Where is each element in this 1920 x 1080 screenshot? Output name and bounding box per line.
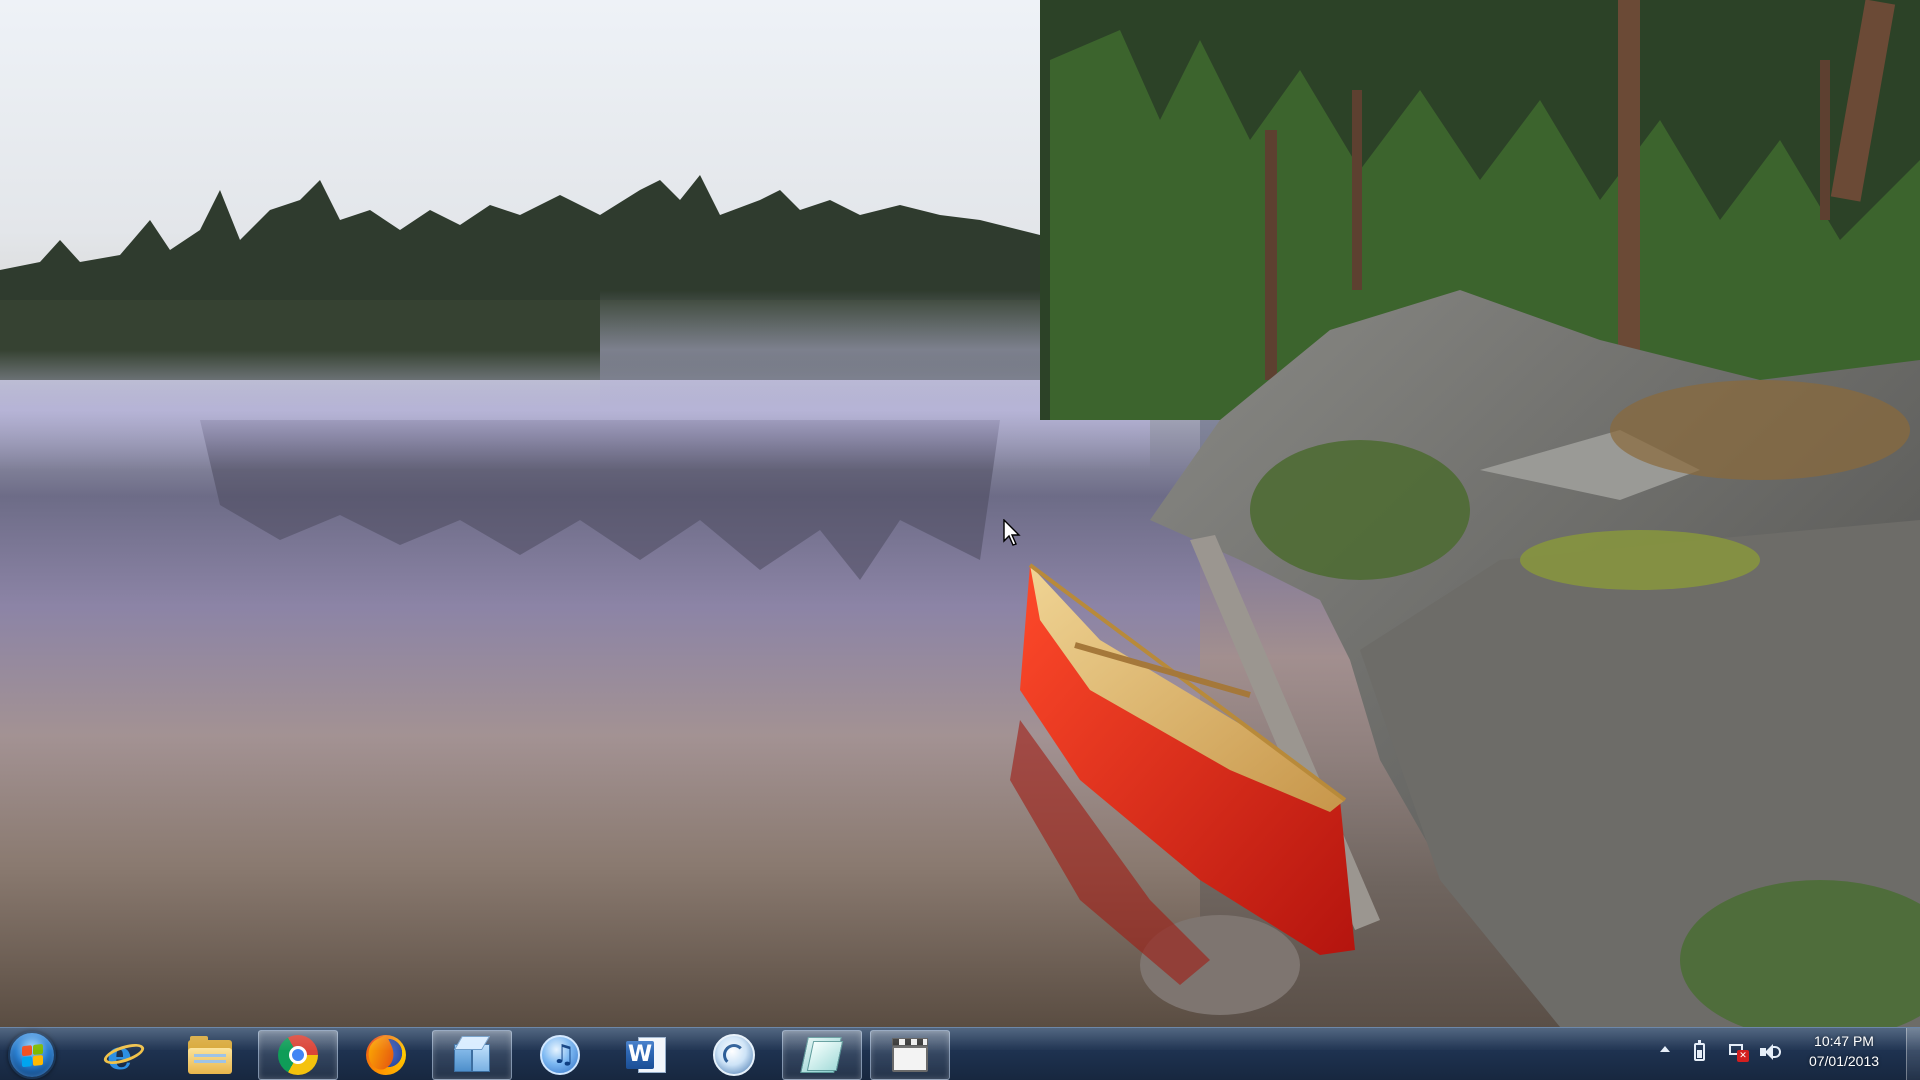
volume-icon[interactable] — [1760, 1043, 1782, 1061]
windows-logo-icon — [22, 1043, 44, 1068]
clapperboard-icon — [890, 1036, 930, 1074]
taskbar: e ♫ W — [0, 1027, 1920, 1080]
folder-icon — [188, 1036, 232, 1074]
taskbar-virtual-box[interactable] — [432, 1030, 512, 1080]
mouse-cursor-icon — [1003, 519, 1021, 546]
taskbar-firefox[interactable] — [346, 1030, 426, 1080]
desktop-wallpaper — [0, 0, 1920, 1027]
word-icon: W — [626, 1035, 666, 1075]
taskbar-microsoft-word[interactable]: W — [606, 1030, 686, 1080]
show-hidden-icons-icon[interactable] — [1660, 1046, 1670, 1052]
chrome-icon — [278, 1035, 318, 1075]
clock-time: 10:47 PM — [1814, 1033, 1874, 1049]
taskbar-sheets-app[interactable] — [782, 1030, 862, 1080]
communicator-icon — [713, 1034, 755, 1076]
internet-explorer-icon: e — [101, 1034, 147, 1076]
start-button[interactable] — [8, 1031, 56, 1079]
itunes-icon: ♫ — [540, 1035, 580, 1075]
desktop[interactable] — [0, 0, 1920, 1027]
clock-date: 07/01/2013 — [1808, 1053, 1880, 1069]
taskbar-clock[interactable]: 10:47 PM 07/01/2013 — [1796, 1031, 1892, 1071]
taskbar-communicator[interactable] — [694, 1030, 774, 1080]
taskbar-internet-explorer[interactable]: e — [84, 1030, 164, 1080]
battery-icon[interactable] — [1694, 1040, 1705, 1061]
sheet-icon — [800, 1037, 844, 1073]
network-disconnected-icon[interactable]: ✕ — [1727, 1043, 1749, 1062]
taskbar-windows-explorer[interactable] — [170, 1030, 250, 1080]
firefox-icon — [362, 1034, 406, 1075]
taskbar-google-chrome[interactable] — [258, 1030, 338, 1080]
cube-icon — [453, 1036, 491, 1074]
taskbar-video-app[interactable] — [870, 1030, 950, 1080]
taskbar-itunes[interactable]: ♫ — [520, 1030, 600, 1080]
show-desktop-button[interactable] — [1906, 1028, 1920, 1080]
